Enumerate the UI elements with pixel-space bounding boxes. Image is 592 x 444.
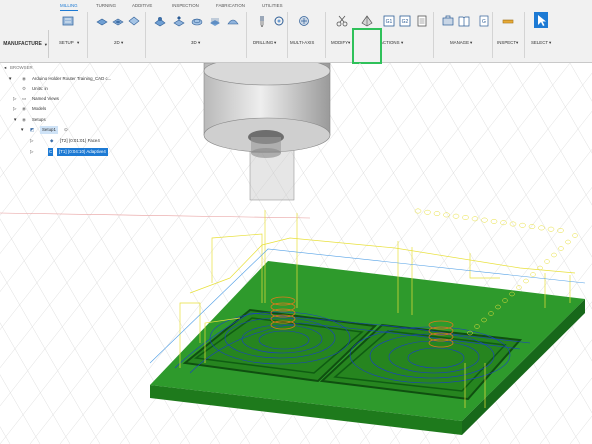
tab-utilities[interactable]: UTILITIES bbox=[262, 2, 283, 10]
workspace-label: MANUFACTURE bbox=[3, 41, 42, 47]
chevron-down-icon: ▾ bbox=[516, 40, 519, 45]
select-group-label[interactable]: SELECT bbox=[531, 40, 548, 45]
expand-arrow-icon[interactable]: ▼ bbox=[13, 116, 17, 124]
divider bbox=[524, 12, 525, 58]
face-op-icon: ◆ bbox=[50, 138, 54, 143]
adaptive-op-icon: C bbox=[48, 148, 54, 156]
folder-icon: ▭ bbox=[22, 96, 27, 101]
svg-text:G1: G1 bbox=[386, 19, 393, 25]
drill-icon[interactable] bbox=[256, 14, 268, 28]
scallop-icon[interactable] bbox=[227, 14, 239, 26]
divider bbox=[87, 12, 88, 58]
setups-item[interactable]: Setups bbox=[32, 116, 46, 124]
setup1-item[interactable]: Setup1 bbox=[40, 126, 58, 134]
scissors-icon[interactable] bbox=[336, 14, 348, 27]
toolbar: MANUFACTURE ▼ MILLING TURNING ADDITIVE IN… bbox=[0, 0, 592, 64]
workspace-switcher[interactable]: MANUFACTURE ▼ bbox=[3, 30, 49, 58]
visibility-icon[interactable]: ◉ bbox=[22, 116, 26, 124]
divider bbox=[145, 12, 146, 58]
models-item[interactable]: Models bbox=[32, 105, 46, 113]
tab-milling[interactable]: MILLING bbox=[60, 2, 78, 11]
operation-face4[interactable]: [T2] (0:01:01) Face4 bbox=[60, 137, 100, 145]
active-setup-icon: ⊙ bbox=[64, 127, 68, 132]
tab-inspection[interactable]: INSPECTION bbox=[172, 2, 199, 10]
svg-text:G2: G2 bbox=[402, 19, 409, 25]
multi-axis-group-label[interactable]: MULTI-AXIS bbox=[290, 40, 314, 45]
measure-icon[interactable] bbox=[502, 14, 514, 26]
cutting-tool bbox=[203, 63, 331, 201]
chevron-down-icon: ▾ bbox=[348, 40, 351, 45]
post-library-icon[interactable]: G bbox=[478, 14, 490, 27]
expand-arrow-icon[interactable]: ▼ bbox=[8, 75, 12, 83]
template-library-icon[interactable] bbox=[458, 14, 470, 27]
2d-adaptive-icon[interactable] bbox=[96, 14, 108, 26]
chevron-down-icon: ▾ bbox=[77, 40, 80, 45]
face-icon[interactable] bbox=[128, 14, 140, 26]
chevron-down-icon: ▾ bbox=[470, 40, 473, 45]
simulate-icon[interactable] bbox=[361, 14, 373, 27]
2d-pocket-icon[interactable] bbox=[112, 14, 124, 26]
units-label[interactable]: Units: in bbox=[32, 85, 48, 93]
simulate-highlight-box bbox=[352, 28, 382, 64]
post-process-g1-icon[interactable]: G1 bbox=[383, 14, 395, 27]
chevron-down-icon: ▼ bbox=[43, 41, 48, 47]
svg-text:G: G bbox=[482, 19, 486, 25]
2d-group-label[interactable]: 2D bbox=[114, 40, 120, 45]
chevron-down-icon: ▾ bbox=[121, 40, 124, 45]
drilling-group-label[interactable]: DRILLING bbox=[253, 40, 273, 45]
gear-icon[interactable]: ⚙ bbox=[22, 85, 26, 93]
nc-program-g2-icon[interactable]: G2 bbox=[399, 14, 411, 27]
chevron-down-icon: ▾ bbox=[549, 40, 552, 45]
3d-group-label[interactable]: 3D bbox=[191, 40, 197, 45]
chevron-down-icon: ▾ bbox=[198, 40, 201, 45]
3d-adaptive-icon[interactable] bbox=[154, 14, 166, 27]
divider bbox=[433, 12, 434, 58]
setup-sheet-icon[interactable] bbox=[416, 14, 428, 27]
visibility-icon[interactable]: ◉ bbox=[22, 105, 26, 113]
parallel-icon[interactable] bbox=[209, 14, 221, 26]
setup-icon: ◩ bbox=[30, 127, 35, 132]
select-cursor-icon[interactable] bbox=[534, 12, 548, 28]
divider bbox=[246, 12, 247, 58]
browser-title: BROWSER bbox=[10, 65, 33, 70]
browser-panel: ◂ BROWSER ▼ ◉ Arduino Holder Router Trai… bbox=[0, 63, 170, 163]
expand-arrow-icon[interactable]: ▷ bbox=[13, 105, 16, 113]
tab-fabrication[interactable]: FABRICATION bbox=[216, 2, 245, 10]
setup-icon[interactable] bbox=[62, 14, 74, 26]
expand-arrow-icon[interactable]: ▷ bbox=[30, 148, 33, 156]
expand-arrow-icon[interactable]: ▷ bbox=[30, 137, 33, 145]
tab-turning[interactable]: TURNING bbox=[96, 2, 116, 10]
chevron-down-icon: ▾ bbox=[274, 40, 277, 45]
contour-icon[interactable] bbox=[191, 14, 203, 26]
3d-pocket-icon[interactable] bbox=[173, 14, 185, 27]
modify-group-label[interactable]: MODIFY bbox=[331, 40, 348, 45]
actions-group-label[interactable]: ACTIONS bbox=[380, 40, 400, 45]
tool-library-icon[interactable] bbox=[442, 14, 454, 26]
setup-group-label[interactable]: SETUP bbox=[59, 40, 74, 45]
inspect-group-label[interactable]: INSPECT bbox=[497, 40, 516, 45]
operation-adaptive4[interactable]: [T1] (0:04:10) Adaptive4 bbox=[57, 148, 108, 156]
chevron-down-icon[interactable]: ◂ bbox=[4, 64, 6, 72]
manage-group-label[interactable]: MANAGE bbox=[450, 40, 469, 45]
chevron-down-icon: ▾ bbox=[401, 40, 404, 45]
x-axis-line bbox=[0, 212, 311, 219]
divider bbox=[492, 12, 493, 58]
document-name[interactable]: Arduino Holder Router Training_CAD c... bbox=[32, 75, 111, 83]
circular-icon[interactable] bbox=[273, 14, 285, 26]
visibility-icon[interactable]: ◉ bbox=[22, 75, 26, 83]
tab-additive[interactable]: ADDITIVE bbox=[132, 2, 152, 10]
divider bbox=[287, 12, 288, 58]
expand-arrow-icon[interactable]: ▷ bbox=[13, 95, 16, 103]
named-views-item[interactable]: Named Views bbox=[32, 95, 59, 103]
expand-arrow-icon[interactable]: ▼ bbox=[20, 126, 24, 134]
multi-axis-icon[interactable] bbox=[298, 14, 310, 26]
divider bbox=[325, 12, 326, 58]
